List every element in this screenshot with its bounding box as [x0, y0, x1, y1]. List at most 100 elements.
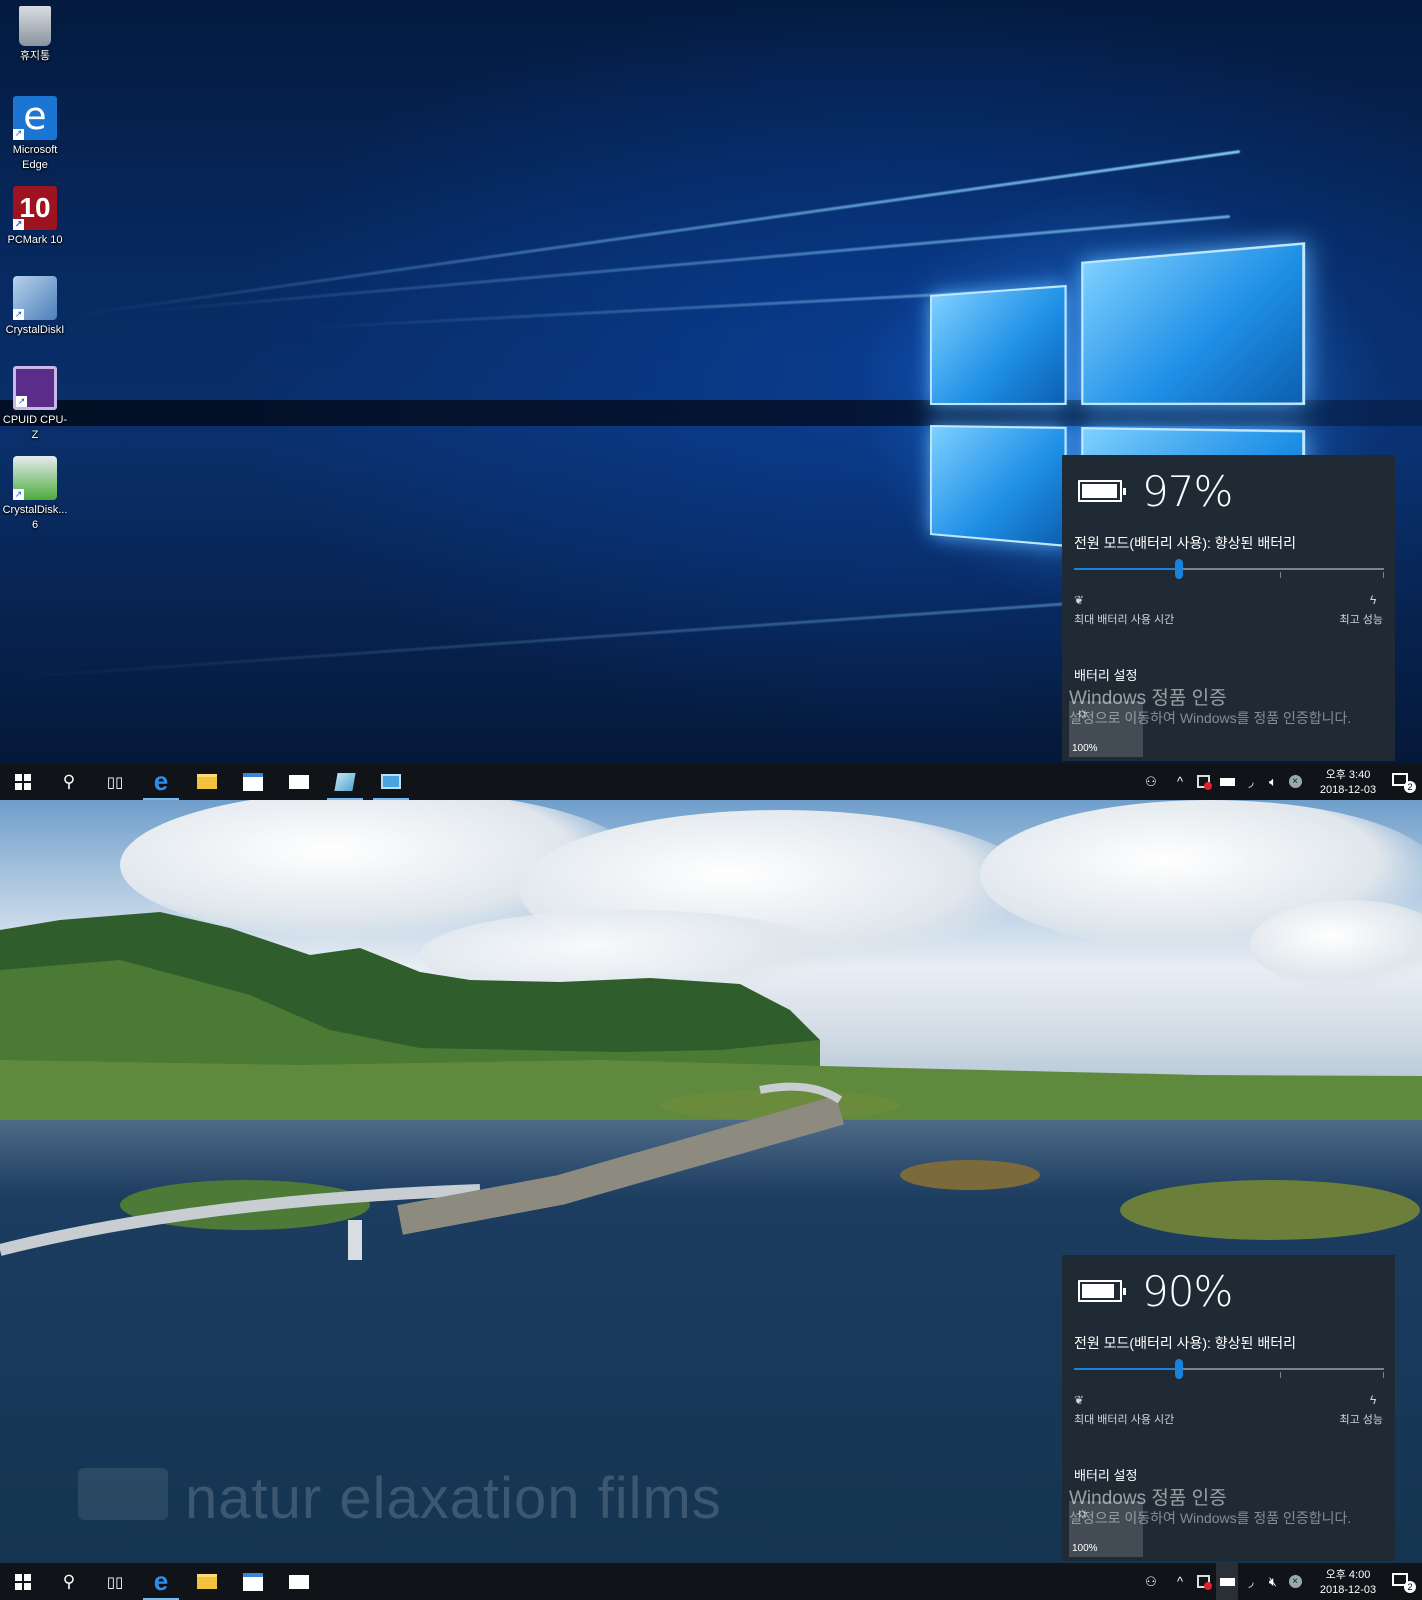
taskbar-file-explorer[interactable] — [184, 1563, 230, 1600]
cpuz-icon: ↗ — [13, 366, 57, 410]
people-icon: ⚇ — [1145, 773, 1157, 789]
tray-volume-muted[interactable]: 🔇︎ — [1262, 1563, 1284, 1600]
slider-min-label: 최대 배터리 사용 시간 — [1074, 1414, 1175, 1426]
tray-security[interactable] — [1192, 1563, 1214, 1600]
action-center-button[interactable]: 2 — [1392, 1571, 1416, 1593]
leaf-icon: ❦ — [1074, 1393, 1085, 1407]
volume-muted-icon: 🔇︎ — [1268, 1573, 1278, 1589]
desktop-icon-pcmark[interactable]: 10 ↗ PCMark 10 — [2, 186, 68, 248]
bottom-screenshot: natur elaxation films 90% 전원 모드(배터리 사용):… — [0, 800, 1422, 1600]
desktop-icon-edge[interactable]: e ↗ Microsoft Edge — [2, 96, 68, 173]
taskbar-mail[interactable] — [276, 763, 322, 800]
edge-icon: e — [153, 1566, 169, 1596]
power-mode-slider[interactable] — [1074, 1359, 1384, 1379]
taskbar-edge[interactable]: e — [138, 1563, 184, 1600]
clock-time: 오후 3:40 — [1325, 769, 1371, 781]
taskbar-crystaldiskinfo[interactable] — [322, 763, 368, 800]
battery-icon — [1078, 480, 1126, 502]
power-mode-label: 전원 모드(배터리 사용): 향상된 배터리 — [1074, 1335, 1296, 1351]
battery-flyout: 97% 전원 모드(배터리 사용): 향상된 배터리 ❦ ϟ 최대 배터리 사용… — [1062, 455, 1395, 761]
wifi-icon: ◞ — [1248, 773, 1254, 789]
taskbar-store[interactable] — [230, 1563, 276, 1600]
lightning-icon: ϟ — [1370, 593, 1377, 607]
activation-watermark-subtitle: 설정으로 이동하여 Windows를 정품 인증합니다. — [1069, 1510, 1352, 1526]
taskbar-edge[interactable]: e — [138, 763, 184, 800]
tray-network[interactable]: ◞ — [1240, 1563, 1262, 1600]
clock-date: 2018-12-03 — [1319, 784, 1377, 796]
bridge — [0, 1082, 845, 1260]
watermark-logo — [78, 1468, 168, 1520]
lightning-icon: ϟ — [1370, 1393, 1377, 1407]
brightness-value: 100% — [1072, 743, 1098, 754]
store-icon — [243, 1572, 263, 1591]
volume-icon: 🔈︎ — [1269, 773, 1277, 789]
taskbar-app[interactable] — [368, 763, 414, 800]
slider-thumb[interactable] — [1175, 559, 1184, 579]
power-mode-slider[interactable] — [1074, 559, 1384, 579]
start-button[interactable] — [0, 1563, 46, 1600]
taskbar-clock[interactable]: 오후 4:00 2018-12-03 — [1314, 1568, 1382, 1598]
tray-volume[interactable]: 🔈︎ — [1262, 763, 1284, 800]
search-icon: ⚲ — [62, 771, 76, 791]
taskbar-file-explorer[interactable] — [184, 763, 230, 800]
tray-status[interactable]: × — [1284, 1563, 1306, 1600]
desktop-icon-crystaldiskinfo[interactable]: ↗ CrystalDiskI — [2, 276, 68, 338]
power-mode-label: 전원 모드(배터리 사용): 향상된 배터리 — [1074, 535, 1296, 551]
folder-icon — [197, 774, 217, 789]
show-hidden-icons[interactable]: ^ — [1170, 763, 1190, 800]
start-button[interactable] — [0, 763, 46, 800]
search-button[interactable]: ⚲ — [46, 1563, 92, 1600]
notification-count: 2 — [1404, 781, 1416, 793]
show-hidden-icons[interactable]: ^ — [1170, 1563, 1190, 1600]
store-icon — [243, 772, 263, 791]
edge-icon: e ↗ — [13, 96, 57, 140]
mail-icon — [289, 1574, 309, 1589]
tray-status[interactable]: × — [1284, 763, 1306, 800]
top-screenshot: 휴지통 e ↗ Microsoft Edge 10 ↗ PCMark 10 ↗ Cr… — [0, 0, 1422, 800]
close-circle-icon: × — [1288, 775, 1302, 788]
video-watermark: natur elaxation films — [185, 1466, 722, 1531]
action-center-button[interactable]: 2 — [1392, 771, 1416, 793]
brightness-value: 100% — [1072, 1543, 1098, 1554]
tray-battery[interactable] — [1216, 763, 1238, 800]
crystaldiskinfo-icon — [334, 772, 356, 791]
battery-flyout: 90% 전원 모드(배터리 사용): 향상된 배터리 ❦ ϟ 최대 배터리 사용… — [1062, 1255, 1395, 1561]
taskbar-clock[interactable]: 오후 3:40 2018-12-03 — [1314, 768, 1382, 798]
clock-date: 2018-12-03 — [1319, 1584, 1377, 1596]
windows-start-icon — [15, 1573, 31, 1590]
taskbar-mail[interactable] — [276, 1563, 322, 1600]
crystaldiskinfo-icon: ↗ — [13, 276, 57, 320]
taskbar: ⚲ ▯▯ e ⚇ ^ ◞ 🔇︎ × 오후 4:00 2018-12-03 2 — [0, 1563, 1422, 1600]
slider-max-label: 최고 성능 — [1339, 1414, 1383, 1426]
battery-tray-icon — [1219, 777, 1235, 786]
clock-time: 오후 4:00 — [1325, 1569, 1371, 1581]
task-view-button[interactable]: ▯▯ — [92, 763, 138, 800]
battery-tray-icon — [1219, 1577, 1235, 1586]
people-button[interactable]: ⚇ — [1138, 1563, 1164, 1600]
slider-thumb[interactable] — [1175, 1359, 1184, 1379]
battery-settings-link[interactable]: 배터리 설정 — [1074, 665, 1137, 684]
wifi-icon: ◞ — [1248, 1573, 1254, 1589]
people-button[interactable]: ⚇ — [1138, 763, 1164, 800]
app-window-icon — [381, 774, 401, 789]
pcmark-icon: 10 ↗ — [13, 186, 57, 230]
tray-network[interactable]: ◞ — [1240, 763, 1262, 800]
taskbar: ⚲ ▯▯ e ⚇ ^ ◞ 🔈︎ × 오후 3:40 2018-12-03 2 — [0, 763, 1422, 800]
desktop-icon-crystaldiskmark[interactable]: ↗ CrystalDisk... 6 — [2, 456, 68, 533]
search-icon: ⚲ — [62, 1571, 76, 1591]
tray-security[interactable] — [1192, 763, 1214, 800]
slider-max-label: 최고 성능 — [1339, 614, 1383, 626]
recycle-bin-icon — [19, 6, 51, 46]
activation-watermark-title: Windows 정품 인증 — [1069, 688, 1227, 709]
windows-start-icon — [15, 773, 31, 790]
battery-settings-link[interactable]: 배터리 설정 — [1074, 1465, 1137, 1484]
desktop-icon-recycle-bin[interactable]: 휴지통 — [2, 6, 68, 64]
notification-count: 2 — [1404, 1581, 1416, 1593]
taskbar-store[interactable] — [230, 763, 276, 800]
search-button[interactable]: ⚲ — [46, 763, 92, 800]
task-view-icon: ▯▯ — [106, 773, 124, 791]
desktop-icon-cpuz[interactable]: ↗ CPUID CPU-Z — [2, 366, 68, 443]
battery-percent: 97% — [1142, 466, 1233, 516]
tray-battery[interactable] — [1216, 1563, 1238, 1600]
task-view-button[interactable]: ▯▯ — [92, 1563, 138, 1600]
